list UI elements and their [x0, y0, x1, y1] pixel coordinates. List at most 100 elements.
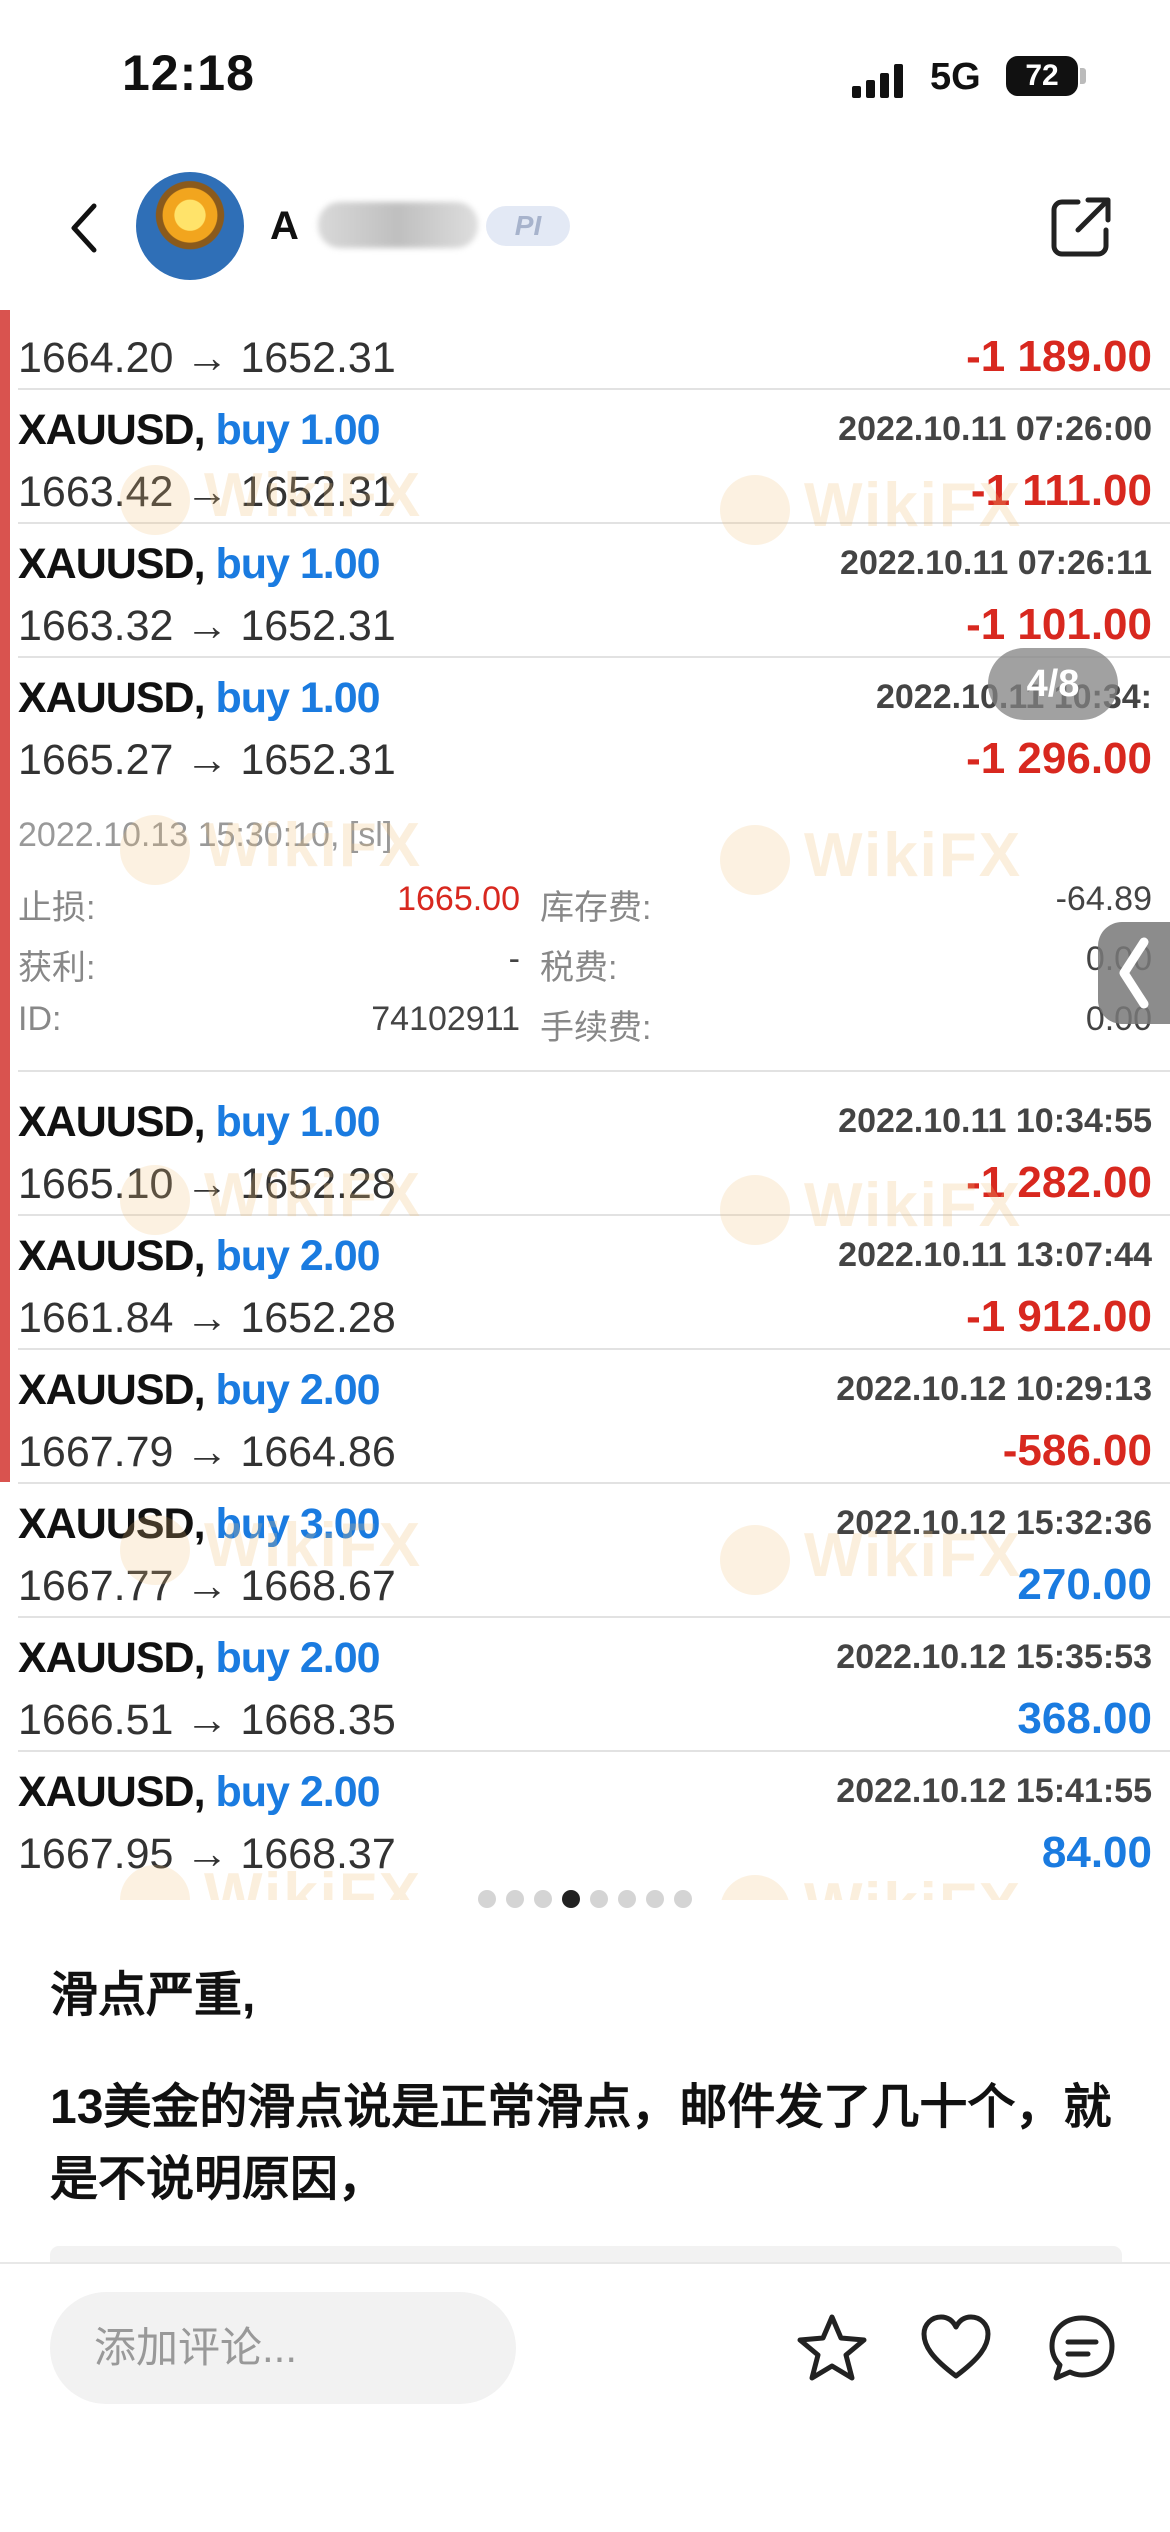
trade-date: 2022.10.12 10:29:13 — [836, 1370, 1152, 1408]
favorite-button[interactable] — [794, 2310, 870, 2386]
trade-profit: 368.00 — [1017, 1694, 1152, 1743]
trade-symbol: XAUUSD, — [18, 1634, 206, 1682]
trade-date: 2022.10.12 15:35:53 — [836, 1638, 1152, 1676]
trade-profit: -1 189.00 — [966, 332, 1152, 381]
accent-bar — [0, 310, 10, 1482]
carousel-dot[interactable] — [534, 1890, 552, 1908]
trade-prices: 1665.27 → 1652.31 — [18, 736, 396, 784]
swap-label: 库存费: — [540, 889, 652, 927]
like-button[interactable] — [918, 2310, 994, 2386]
trade-prices: 1665.10 → 1652.28 — [18, 1160, 396, 1208]
trade-side: buy 2.00 — [215, 1232, 380, 1280]
side-tab[interactable] — [1098, 922, 1170, 1024]
id-value: 74102911 — [371, 1000, 520, 1038]
tp-value: - — [508, 940, 520, 978]
trade-prices: 1661.84 → 1652.28 — [18, 1294, 396, 1342]
share-icon — [1051, 197, 1111, 257]
fee-label: 手续费: — [540, 1009, 652, 1047]
chevron-left-icon — [1119, 937, 1149, 1009]
close-time: 2022.10.13 15:30:10, [sl] — [18, 816, 393, 854]
sl-label: 止损: — [18, 889, 96, 927]
trade-date: 2022.10.11 07:26:00 — [838, 410, 1152, 448]
comment-button[interactable] — [1044, 2310, 1120, 2386]
trade-prices: 1667.95 → 1668.37 — [18, 1830, 396, 1878]
trade-date: 2022.10.12 15:41:55 — [836, 1772, 1152, 1810]
trade-side: buy 2.00 — [215, 1768, 380, 1816]
sl-value: 1665.00 — [397, 880, 520, 918]
trade-date: 2022.10.11 13:07:44 — [838, 1236, 1152, 1274]
trade-symbol: XAUUSD, — [18, 1500, 206, 1548]
trade-profit: -1 912.00 — [966, 1292, 1152, 1341]
post-image[interactable]: 1664.20 → 1652.31 -1 189.00 XAUUSD, buy … — [0, 310, 1170, 1900]
author-name[interactable]: A — [270, 204, 299, 249]
trade-prices: 1667.77 → 1668.67 — [18, 1562, 396, 1610]
carousel-dot[interactable] — [590, 1890, 608, 1908]
trade-detail: 2022.10.13 15:30:10, [sl] 止损: 1665.00 库存… — [18, 804, 1170, 1072]
id-label: ID: — [18, 1000, 62, 1038]
bottom-bar: 添加评论... — [0, 2264, 1170, 2532]
share-button[interactable] — [1048, 194, 1114, 260]
trade-side: buy 1.00 — [215, 540, 380, 588]
carousel-dots — [478, 1890, 694, 1912]
carousel-dot[interactable] — [674, 1890, 692, 1908]
tax-label: 税费: — [540, 949, 618, 987]
trade-side: buy 3.00 — [215, 1500, 380, 1548]
carousel-dot-active[interactable] — [562, 1890, 580, 1908]
trade-side: buy 2.00 — [215, 1634, 380, 1682]
trade-profit: -1 111.00 — [970, 466, 1152, 515]
trade-symbol: XAUUSD, — [18, 1232, 206, 1280]
trade-side: buy 1.00 — [215, 1098, 380, 1146]
heart-icon — [921, 2314, 991, 2379]
trade-date: 2022.10.11 07:26:11 — [840, 544, 1152, 582]
chevron-left-icon — [71, 203, 97, 253]
swap-value: -64.89 — [1055, 880, 1152, 918]
signal-icon — [852, 64, 904, 98]
battery-icon: 72 — [1006, 56, 1078, 96]
trade-row: XAUUSD, buy 1.00 2022.10.11 10:34:55 166… — [18, 1080, 1170, 1216]
avatar[interactable] — [136, 172, 244, 280]
battery-tip — [1080, 68, 1086, 84]
trade-prices: 1667.79 → 1664.86 — [18, 1428, 396, 1476]
carousel-dot[interactable] — [478, 1890, 496, 1908]
trade-date: 2022.10.12 15:32:36 — [836, 1504, 1152, 1542]
trade-row: XAUUSD, buy 3.00 2022.10.12 15:32:36 166… — [18, 1482, 1170, 1618]
status-bar: 12:18 5G 72 — [0, 0, 1170, 140]
trade-row: XAUUSD, buy 1.00 2022.10.11 07:26:11 166… — [18, 522, 1170, 658]
back-button[interactable] — [62, 198, 110, 258]
trade-symbol: XAUUSD, — [18, 674, 206, 722]
author-name-redacted — [318, 202, 478, 248]
trade-prices: 1663.42 → 1652.31 — [18, 468, 396, 516]
carousel-dot[interactable] — [618, 1890, 636, 1908]
comment-input[interactable]: 添加评论... — [50, 2292, 516, 2404]
trade-symbol: XAUUSD, — [18, 1768, 206, 1816]
post-text-line: 13美金的滑点说是正常滑点，邮件发了几十个，就是不说明原因， — [50, 2081, 1112, 2206]
tp-label: 获利: — [18, 949, 96, 987]
status-time: 12:18 — [122, 45, 255, 101]
trade-side: buy 2.00 — [215, 1366, 380, 1414]
trade-row: XAUUSD, buy 2.00 2022.10.11 13:07:44 166… — [18, 1214, 1170, 1350]
post-header: A PI — [0, 160, 1170, 300]
trade-profit: -1 296.00 — [966, 734, 1152, 783]
network-type: 5G — [930, 56, 981, 98]
trade-profit: -1 101.00 — [966, 600, 1152, 649]
trade-symbol: XAUUSD, — [18, 406, 206, 454]
trade-prices: 1664.20 → 1652.31 — [18, 334, 396, 382]
trade-side: buy 1.00 — [215, 406, 380, 454]
trade-profit: 270.00 — [1017, 1560, 1152, 1609]
trade-row: XAUUSD, buy 2.00 2022.10.12 15:41:55 166… — [18, 1750, 1170, 1884]
trade-row: XAUUSD, buy 2.00 2022.10.12 15:35:53 166… — [18, 1616, 1170, 1752]
image-pager: 4/8 — [988, 648, 1118, 720]
trade-symbol: XAUUSD, — [18, 1098, 206, 1146]
star-icon — [797, 2314, 867, 2381]
carousel-dot[interactable] — [506, 1890, 524, 1908]
trade-date: 2022.10.11 10:34:55 — [838, 1102, 1152, 1140]
trade-profit: -1 282.00 — [966, 1158, 1152, 1207]
trade-row: XAUUSD, buy 1.00 2022.10.11 07:26:00 166… — [18, 388, 1170, 524]
trade-profit: -586.00 — [1002, 1426, 1152, 1475]
trade-profit: 84.00 — [1041, 1828, 1152, 1877]
trade-symbol: XAUUSD, — [18, 1366, 206, 1414]
trade-row: 1664.20 → 1652.31 -1 189.00 — [18, 310, 1170, 390]
post-text-line: 滑点严重, — [50, 1969, 256, 2022]
user-badge: PI — [486, 206, 570, 246]
carousel-dot[interactable] — [646, 1890, 664, 1908]
